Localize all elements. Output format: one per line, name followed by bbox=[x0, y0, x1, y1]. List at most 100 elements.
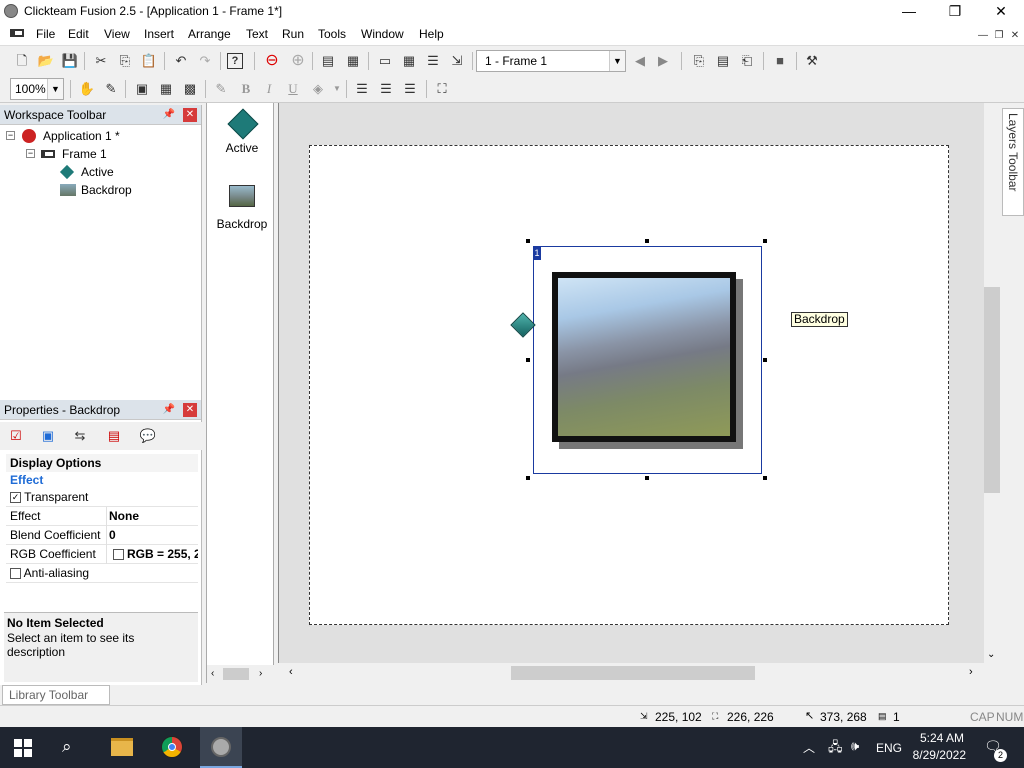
build-icon[interactable]: ⚒ bbox=[802, 51, 822, 71]
close-icon[interactable]: ✕ bbox=[183, 403, 197, 417]
chevron-left-icon[interactable]: ‹ bbox=[211, 668, 214, 679]
hand-icon[interactable]: ✋ bbox=[77, 79, 97, 99]
transparent-checkbox[interactable]: ✓ bbox=[10, 492, 21, 504]
language-indicator[interactable]: ENG bbox=[876, 741, 902, 755]
save-icon[interactable]: 💾 bbox=[60, 51, 80, 71]
scroll-thumb[interactable] bbox=[984, 287, 1000, 493]
chevron-left-icon[interactable]: ‹ bbox=[289, 666, 293, 678]
tree-item-backdrop[interactable]: Backdrop bbox=[81, 183, 132, 197]
chevron-down-icon[interactable]: ▼ bbox=[327, 79, 347, 99]
resize-handle[interactable] bbox=[526, 239, 530, 243]
taskbar-active-app[interactable] bbox=[200, 727, 242, 768]
event-icon[interactable]: ⇲ bbox=[447, 51, 467, 71]
insert-frame-icon[interactable]: ⎘ bbox=[689, 51, 709, 71]
zoom-select[interactable]: 100% ▼ bbox=[10, 78, 64, 100]
storyboard-icon[interactable]: ▤ bbox=[318, 51, 338, 71]
menu-window[interactable]: Window bbox=[355, 27, 410, 41]
pin-icon[interactable]: 📌 bbox=[163, 105, 175, 125]
mdi-system-icon[interactable] bbox=[10, 29, 24, 37]
scroll-thumb[interactable] bbox=[511, 666, 755, 680]
snap-icon[interactable]: ▣ bbox=[132, 79, 152, 99]
frame-list-icon[interactable]: ▤ bbox=[713, 51, 733, 71]
tree-application[interactable]: Application 1 * bbox=[43, 129, 120, 143]
resize-handle[interactable] bbox=[763, 239, 767, 243]
horizontal-scrollbar[interactable]: ‹ › bbox=[285, 663, 985, 683]
next-frame-icon[interactable]: ▶ bbox=[653, 51, 673, 71]
menu-help[interactable]: Help bbox=[413, 27, 450, 41]
runtime-tab-icon[interactable]: ▤ bbox=[104, 426, 124, 446]
library-toolbar-tab[interactable]: Library Toolbar bbox=[2, 685, 110, 705]
menu-arrange[interactable]: Arrange bbox=[182, 27, 237, 41]
property-row[interactable]: Blend Coefficient 0 bbox=[6, 526, 198, 545]
network-icon[interactable]: 🖧 bbox=[828, 738, 843, 760]
mdi-restore-icon[interactable]: ❐ bbox=[992, 30, 1006, 42]
maximize-button[interactable]: ❐ bbox=[932, 0, 978, 22]
size-position-tab-icon[interactable]: ⇆ bbox=[70, 426, 90, 446]
rgb-checkbox[interactable] bbox=[113, 549, 124, 560]
clock-time[interactable]: 5:24 AM bbox=[918, 731, 964, 745]
prev-frame-icon[interactable]: ◀ bbox=[630, 51, 650, 71]
about-tab-icon[interactable]: 💬 bbox=[138, 426, 158, 446]
scroll-thumb[interactable] bbox=[223, 668, 249, 680]
paste-icon[interactable]: 📋 bbox=[139, 51, 159, 71]
font-icon[interactable]: ✎ bbox=[211, 79, 231, 99]
resize-handle[interactable] bbox=[526, 358, 530, 362]
grid-toggle-icon[interactable]: ▦ bbox=[156, 79, 176, 99]
frame-export-icon[interactable]: ⎗ bbox=[737, 51, 757, 71]
property-value[interactable]: None bbox=[106, 507, 198, 526]
cut-icon[interactable]: ✂ bbox=[91, 51, 111, 71]
align-right-icon[interactable]: ☰ bbox=[400, 79, 420, 99]
property-row[interactable]: RGB Coefficient RGB = 255, 2 bbox=[6, 545, 198, 564]
undo-icon[interactable]: ↶ bbox=[171, 51, 191, 71]
resize-handle[interactable] bbox=[763, 476, 767, 480]
layers-toolbar-tab[interactable]: Layers Toolbar bbox=[1002, 108, 1024, 216]
resize-frame-icon[interactable]: ⛶ bbox=[432, 79, 452, 99]
tree-frame[interactable]: Frame 1 bbox=[62, 147, 107, 161]
underline-button[interactable]: U bbox=[283, 79, 303, 99]
clock-date[interactable]: 8/29/2022 bbox=[910, 748, 966, 762]
object-label-backdrop[interactable]: Backdrop bbox=[207, 217, 277, 231]
menu-tools[interactable]: Tools bbox=[312, 27, 352, 41]
redo-icon[interactable]: ↷ bbox=[195, 51, 215, 71]
pin-icon[interactable]: 📌 bbox=[163, 400, 175, 420]
frame-select[interactable]: 1 - Frame 1 ▼ bbox=[476, 50, 626, 72]
fill-color-icon[interactable]: ◈ bbox=[308, 79, 328, 99]
display-tab-icon[interactable]: ▣ bbox=[38, 426, 58, 446]
resize-handle[interactable] bbox=[526, 476, 530, 480]
mdi-close-icon[interactable]: ✕ bbox=[1008, 30, 1022, 42]
chevron-right-icon[interactable]: › bbox=[969, 666, 973, 678]
collapse-icon[interactable]: − bbox=[6, 131, 15, 140]
chevron-down-icon[interactable]: ▼ bbox=[609, 51, 625, 71]
file-explorer-icon[interactable] bbox=[111, 738, 133, 756]
chrome-icon[interactable] bbox=[161, 736, 183, 758]
tree-item-active[interactable]: Active bbox=[81, 165, 114, 179]
chevron-right-icon[interactable]: › bbox=[259, 668, 262, 679]
help-icon[interactable]: ? bbox=[227, 53, 243, 69]
new-icon[interactable]: 🗋 bbox=[12, 51, 32, 71]
menu-view[interactable]: View bbox=[98, 27, 136, 41]
back-circle-icon[interactable]: ⊖ bbox=[262, 51, 282, 71]
settings-tab-icon[interactable]: ☑ bbox=[6, 426, 26, 446]
picture-icon[interactable] bbox=[229, 185, 255, 207]
collapse-icon[interactable]: − bbox=[26, 149, 35, 158]
antialias-checkbox[interactable] bbox=[10, 568, 21, 580]
stop-icon[interactable]: ■ bbox=[770, 51, 790, 71]
chevron-down-icon[interactable]: ⌄ bbox=[987, 649, 995, 660]
property-row[interactable]: Effect None bbox=[6, 507, 198, 526]
mdi-minimize-icon[interactable]: — bbox=[976, 30, 990, 42]
bold-button[interactable]: B bbox=[236, 79, 256, 99]
object-label-active[interactable]: Active bbox=[207, 141, 277, 155]
menu-text[interactable]: Text bbox=[240, 27, 274, 41]
volume-icon[interactable]: 🕪 bbox=[851, 738, 859, 754]
close-icon[interactable]: ✕ bbox=[183, 108, 197, 122]
diamond-icon[interactable] bbox=[227, 108, 259, 140]
menu-run[interactable]: Run bbox=[276, 27, 310, 41]
grid-setup-icon[interactable]: ▩ bbox=[180, 79, 200, 99]
property-value[interactable]: 0 bbox=[106, 526, 198, 545]
menu-insert[interactable]: Insert bbox=[138, 27, 180, 41]
align-left-icon[interactable]: ☰ bbox=[352, 79, 372, 99]
transparent-row[interactable]: ✓ Transparent bbox=[6, 488, 198, 507]
start-icon[interactable] bbox=[14, 739, 32, 757]
resize-handle[interactable] bbox=[645, 476, 649, 480]
backdrop-object[interactable] bbox=[552, 272, 736, 442]
